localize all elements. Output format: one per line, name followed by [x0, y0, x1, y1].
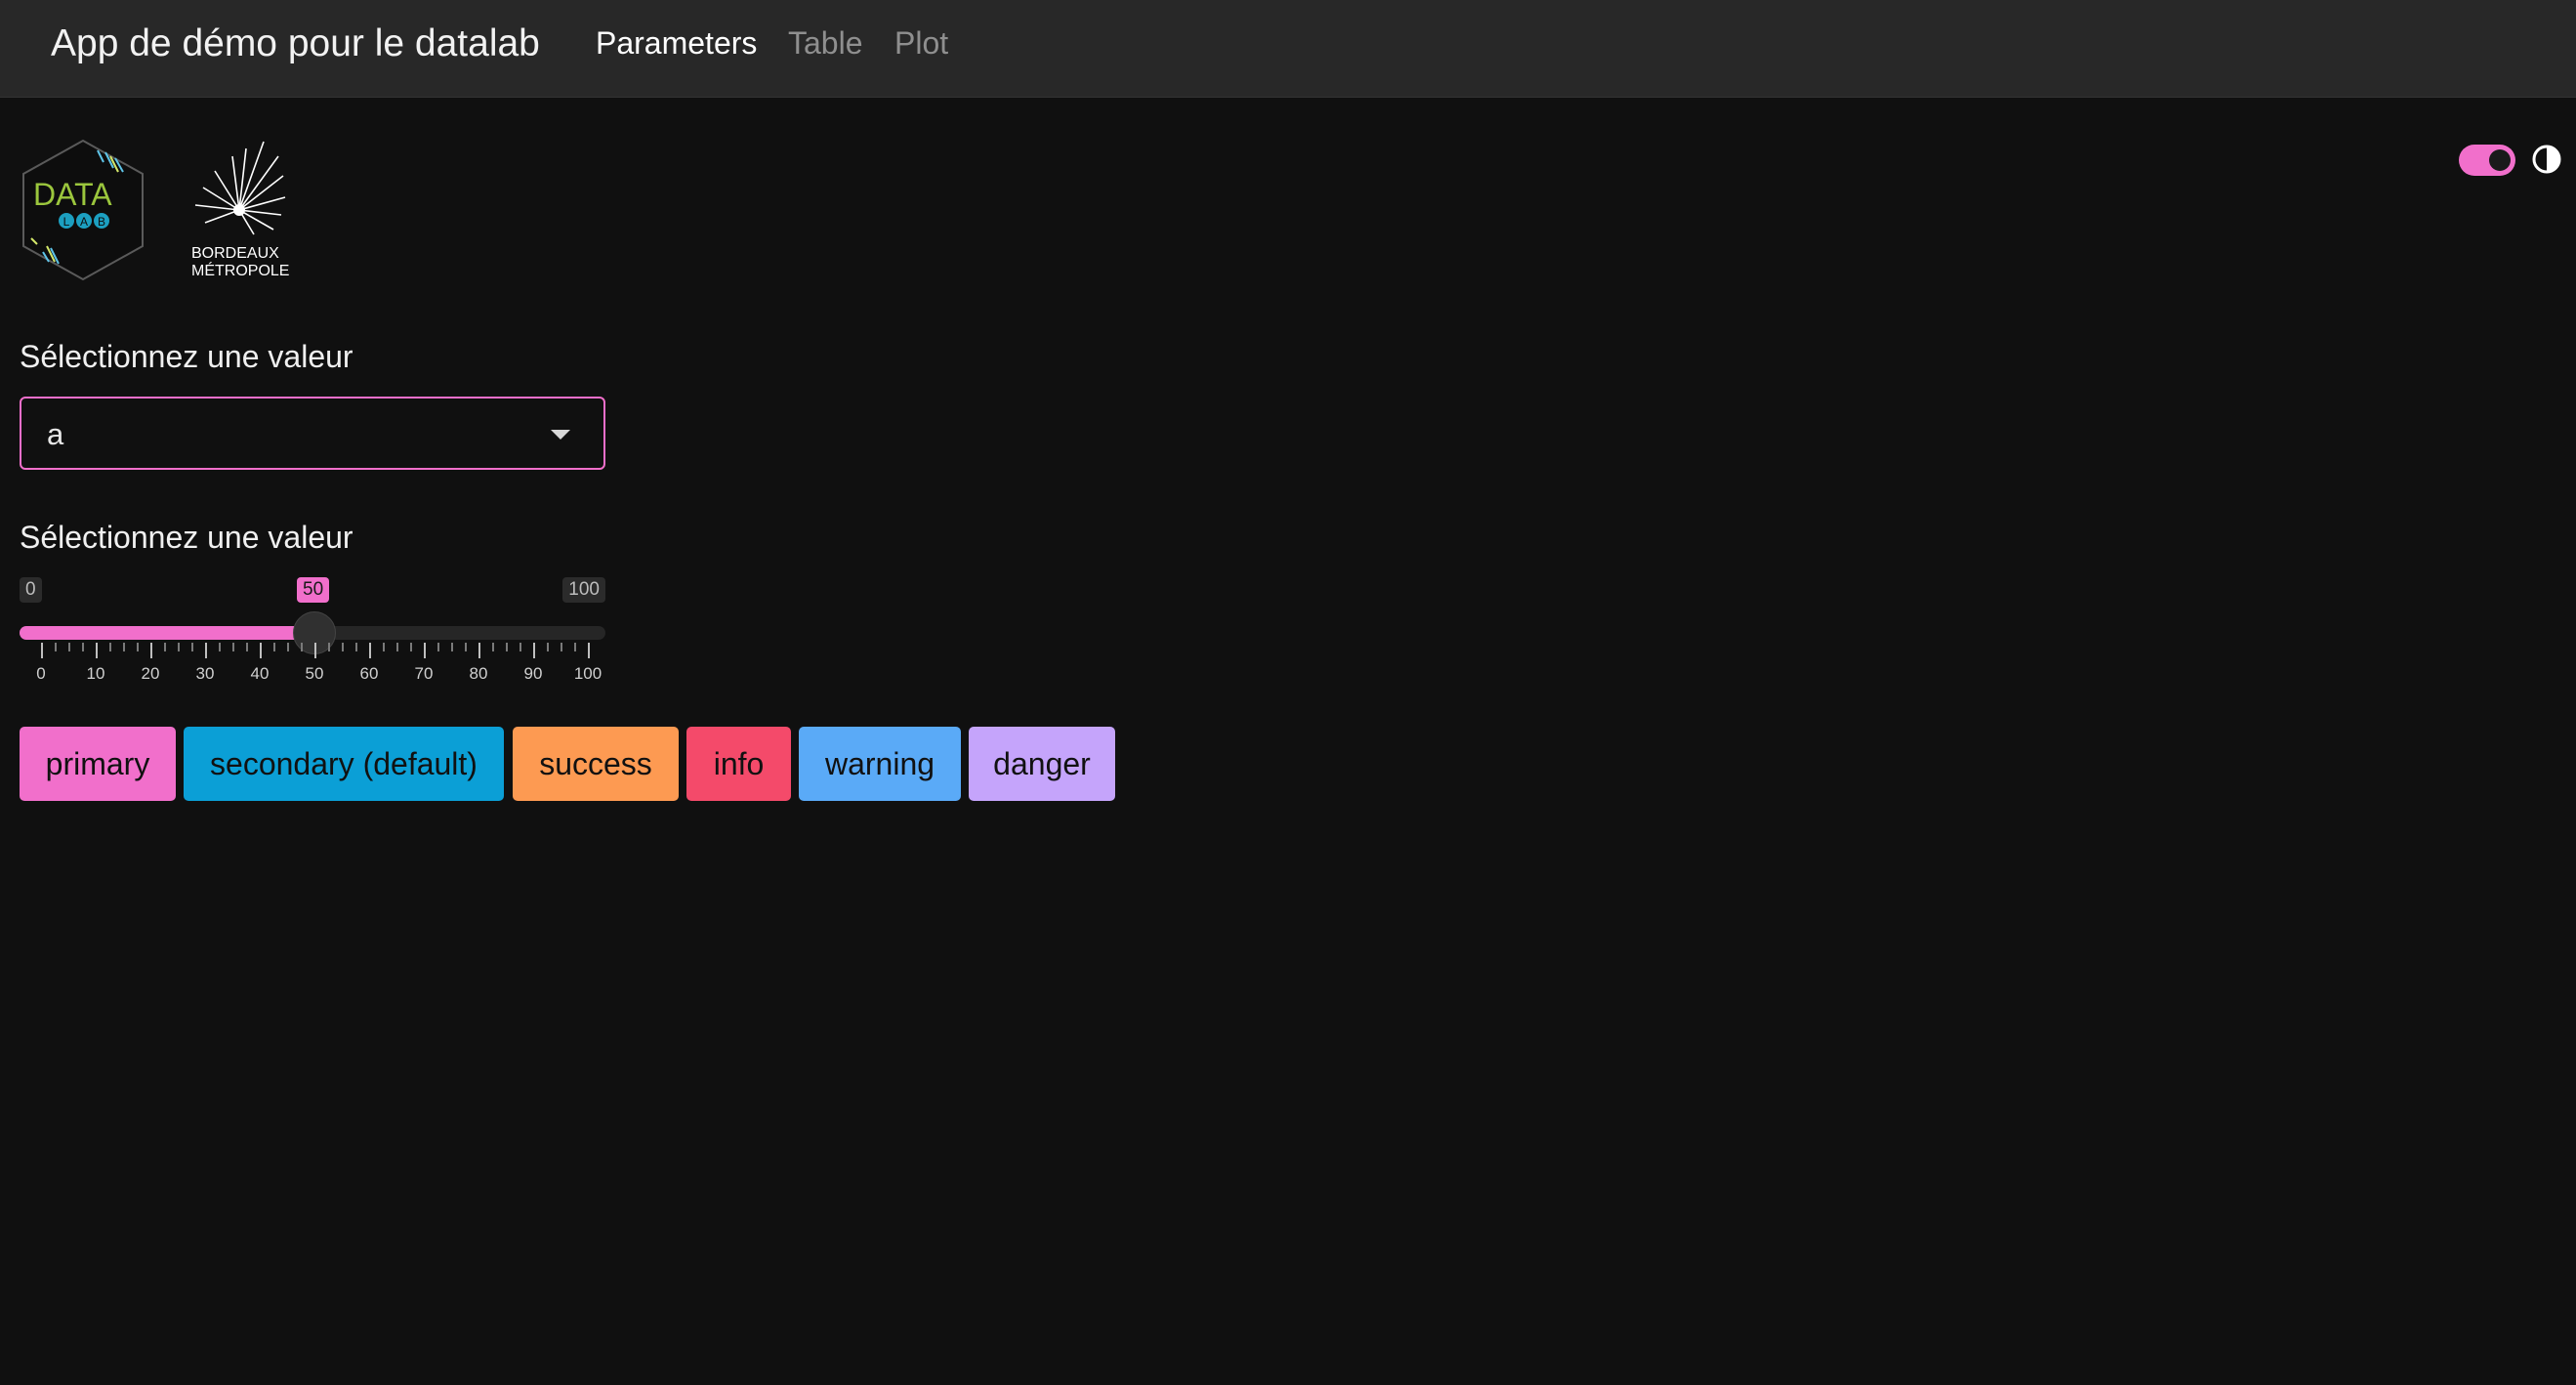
slider-minor-tick [191, 643, 193, 651]
slider-minor-tick [287, 643, 289, 651]
slider-tick-label: 10 [86, 664, 105, 683]
slider-major-tick [478, 643, 480, 658]
slider-major-tick [314, 643, 316, 658]
slider-tick-label: 100 [573, 664, 602, 683]
slider-minor-tick [437, 643, 439, 651]
slider-minor-tick [68, 643, 70, 651]
slider-minor-tick [410, 643, 412, 651]
bordeaux-logo-line1: BORDEAUX [191, 245, 279, 262]
slider-major-tick [205, 643, 207, 658]
slider-major-tick [369, 643, 371, 658]
tab-plot[interactable]: Plot [894, 23, 948, 63]
slider-minor-tick [574, 643, 576, 651]
slider-tick-label: 70 [414, 664, 434, 683]
slider-minor-tick [273, 643, 275, 651]
slider-minor-tick [301, 643, 303, 651]
slider-tick-label: 60 [359, 664, 379, 683]
slider-minor-tick [519, 643, 521, 651]
bordeaux-logo-line2: MÉTROPOLE [191, 261, 289, 279]
bordeaux-metropole-logo: BORDEAUX MÉTROPOLE [191, 141, 289, 279]
slider-max-label: 100 [562, 577, 605, 603]
svg-text:B: B [98, 215, 105, 229]
datalab-logo: DATA L A B [22, 139, 144, 281]
slider-label: Sélectionnez une valeur [20, 520, 353, 555]
datalab-logo-text: DATA [33, 177, 112, 212]
slider-major-tick [96, 643, 98, 658]
select-label: Sélectionnez une valeur [20, 339, 353, 374]
slider-major-tick [424, 643, 426, 658]
slider-tick-label: 20 [141, 664, 160, 683]
slider-minor-tick [396, 643, 398, 651]
slider-major-tick [260, 643, 262, 658]
slider-minor-tick [547, 643, 549, 651]
slider-minor-tick [55, 643, 57, 651]
slider-minor-tick [232, 643, 234, 651]
slider-minor-tick [246, 643, 248, 651]
slider-tick-label: 0 [36, 664, 46, 683]
primary-button[interactable]: primary [20, 727, 176, 801]
slider-major-tick [41, 643, 43, 658]
slider-minor-tick [219, 643, 221, 651]
slider-value-badge: 50 [297, 577, 330, 603]
dark-mode-toggle[interactable] [2459, 145, 2515, 176]
slider-tick-label: 40 [250, 664, 270, 683]
value-slider: 0 50 100 0 10 20 30 40 50 60 70 80 90 100 [20, 574, 605, 692]
secondary-button[interactable]: secondary (default) [184, 727, 504, 801]
slider-minor-tick [451, 643, 453, 651]
slider-minor-tick [82, 643, 84, 651]
slider-minor-tick [506, 643, 508, 651]
success-button[interactable]: success [513, 727, 679, 801]
slider-major-tick [533, 643, 535, 658]
svg-text:A: A [80, 215, 88, 229]
warning-button[interactable]: warning [799, 727, 961, 801]
slider-minor-tick [355, 643, 357, 651]
slider-minor-tick [178, 643, 180, 651]
slider-tick-label: 80 [469, 664, 488, 683]
tab-table[interactable]: Table [788, 23, 863, 63]
slider-tick-label: 50 [305, 664, 324, 683]
slider-major-tick [588, 643, 590, 658]
toggle-knob [2489, 149, 2511, 171]
svg-text:L: L [63, 215, 70, 229]
slider-minor-tick [383, 643, 385, 651]
slider-minor-tick [328, 643, 330, 651]
navbar: App de démo pour le datalab Parameters T… [0, 0, 2576, 98]
slider-tick-label: 90 [523, 664, 543, 683]
slider-minor-tick [492, 643, 494, 651]
slider-minor-tick [342, 643, 344, 651]
slider-minor-tick [164, 643, 166, 651]
slider-minor-tick [123, 643, 125, 651]
slider-minor-tick [137, 643, 139, 651]
slider-major-tick [150, 643, 152, 658]
select-current-value: a [47, 417, 64, 451]
slider-min-label: 0 [20, 577, 42, 603]
slider-fill [20, 626, 314, 640]
slider-tick-label: 30 [195, 664, 215, 683]
slider-minor-tick [109, 643, 111, 651]
slider-minor-tick [465, 643, 467, 651]
slider-minor-tick [561, 643, 562, 651]
tab-parameters[interactable]: Parameters [596, 23, 757, 63]
app-title: App de démo pour le datalab [51, 22, 540, 64]
caret-down-icon [551, 430, 570, 440]
info-button[interactable]: info [686, 727, 791, 801]
value-select[interactable]: a [20, 397, 605, 470]
danger-button[interactable]: danger [969, 727, 1115, 801]
slider-ticks: 0 10 20 30 40 50 60 70 80 90 100 [20, 643, 605, 692]
contrast-icon[interactable] [2531, 144, 2562, 175]
